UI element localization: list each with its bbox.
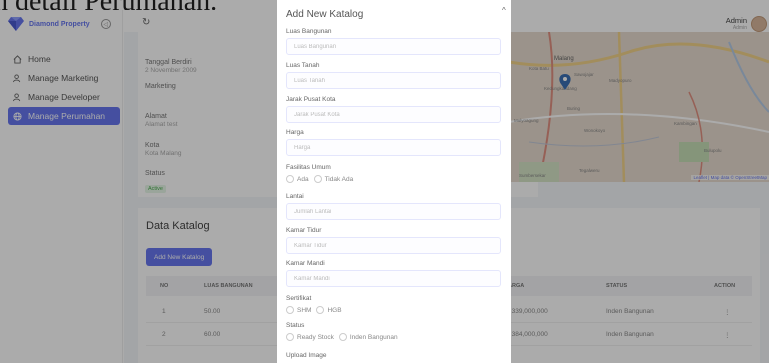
luas-bangunan-field: Luas Bangunan — [286, 28, 501, 55]
field-label: Jarak Pusat Kota — [286, 96, 336, 103]
radio-label: Tidak Ada — [324, 175, 354, 183]
kamar-mandi-input[interactable] — [286, 270, 501, 287]
harga-input[interactable] — [286, 139, 501, 156]
kamar-tidur-input[interactable] — [286, 237, 501, 254]
kamar-tidur-field: Kamar Tidur — [286, 227, 501, 254]
jarak-pusat-kota-input[interactable] — [286, 106, 501, 123]
add-katalog-modal: Add New Katalog ^ Luas Bangunan Luas Tan… — [277, 0, 511, 363]
radio-dot[interactable] — [286, 306, 294, 314]
harga-field: Harga — [286, 129, 501, 156]
lantai-input[interactable] — [286, 203, 501, 220]
radio-dot[interactable] — [313, 175, 322, 183]
field-label: Kamar Tidur — [286, 227, 322, 234]
lantai-field: Lantai — [286, 193, 501, 220]
field-label: Luas Tanah — [286, 62, 320, 69]
field-label: Fasilitas Umum — [286, 164, 331, 171]
close-icon[interactable]: ^ — [502, 6, 506, 15]
radio-dot[interactable] — [316, 306, 325, 314]
radio-ada[interactable]: Ada — [286, 175, 309, 183]
radio-dot[interactable] — [286, 333, 294, 341]
radio-tidak-ada[interactable]: Tidak Ada — [313, 175, 354, 183]
upload-image-field: Upload Image — [286, 352, 501, 359]
radio-label: Ready Stock — [297, 333, 334, 341]
fasilitas-umum-group: Fasilitas Umum Ada Tidak Ada — [286, 164, 501, 183]
radio-label: HGB — [327, 306, 342, 314]
field-label: Upload Image — [286, 352, 327, 359]
modal-title: Add New Katalog — [286, 9, 364, 20]
radio-ready-stock[interactable]: Ready Stock — [286, 333, 334, 341]
radio-dot[interactable] — [338, 333, 347, 341]
field-label: Kamar Mandi — [286, 260, 325, 267]
field-label: Lantai — [286, 193, 304, 200]
status-group: Status Ready Stock Inden Bangunan — [286, 322, 501, 341]
kamar-mandi-field: Kamar Mandi — [286, 260, 501, 287]
radio-label: Ada — [297, 175, 309, 183]
radio-dot[interactable] — [286, 175, 294, 183]
field-label: Harga — [286, 129, 304, 136]
field-label: Status — [286, 322, 305, 329]
radio-label: SHM — [297, 306, 312, 314]
sertifikat-group: Sertifikat SHM HGB — [286, 295, 501, 314]
radio-shm[interactable]: SHM — [286, 306, 311, 314]
luas-tanah-field: Luas Tanah — [286, 62, 501, 89]
luas-bangunan-input[interactable] — [286, 38, 501, 55]
field-label: Sertifikat — [286, 295, 312, 302]
radio-label: Inden Bangunan — [349, 333, 398, 341]
field-label: Luas Bangunan — [286, 28, 332, 35]
jarak-pusat-kota-field: Jarak Pusat Kota — [286, 96, 501, 123]
radio-inden-bangunan[interactable]: Inden Bangunan — [338, 333, 398, 341]
luas-tanah-input[interactable] — [286, 72, 501, 89]
radio-hgb[interactable]: HGB — [316, 306, 342, 314]
